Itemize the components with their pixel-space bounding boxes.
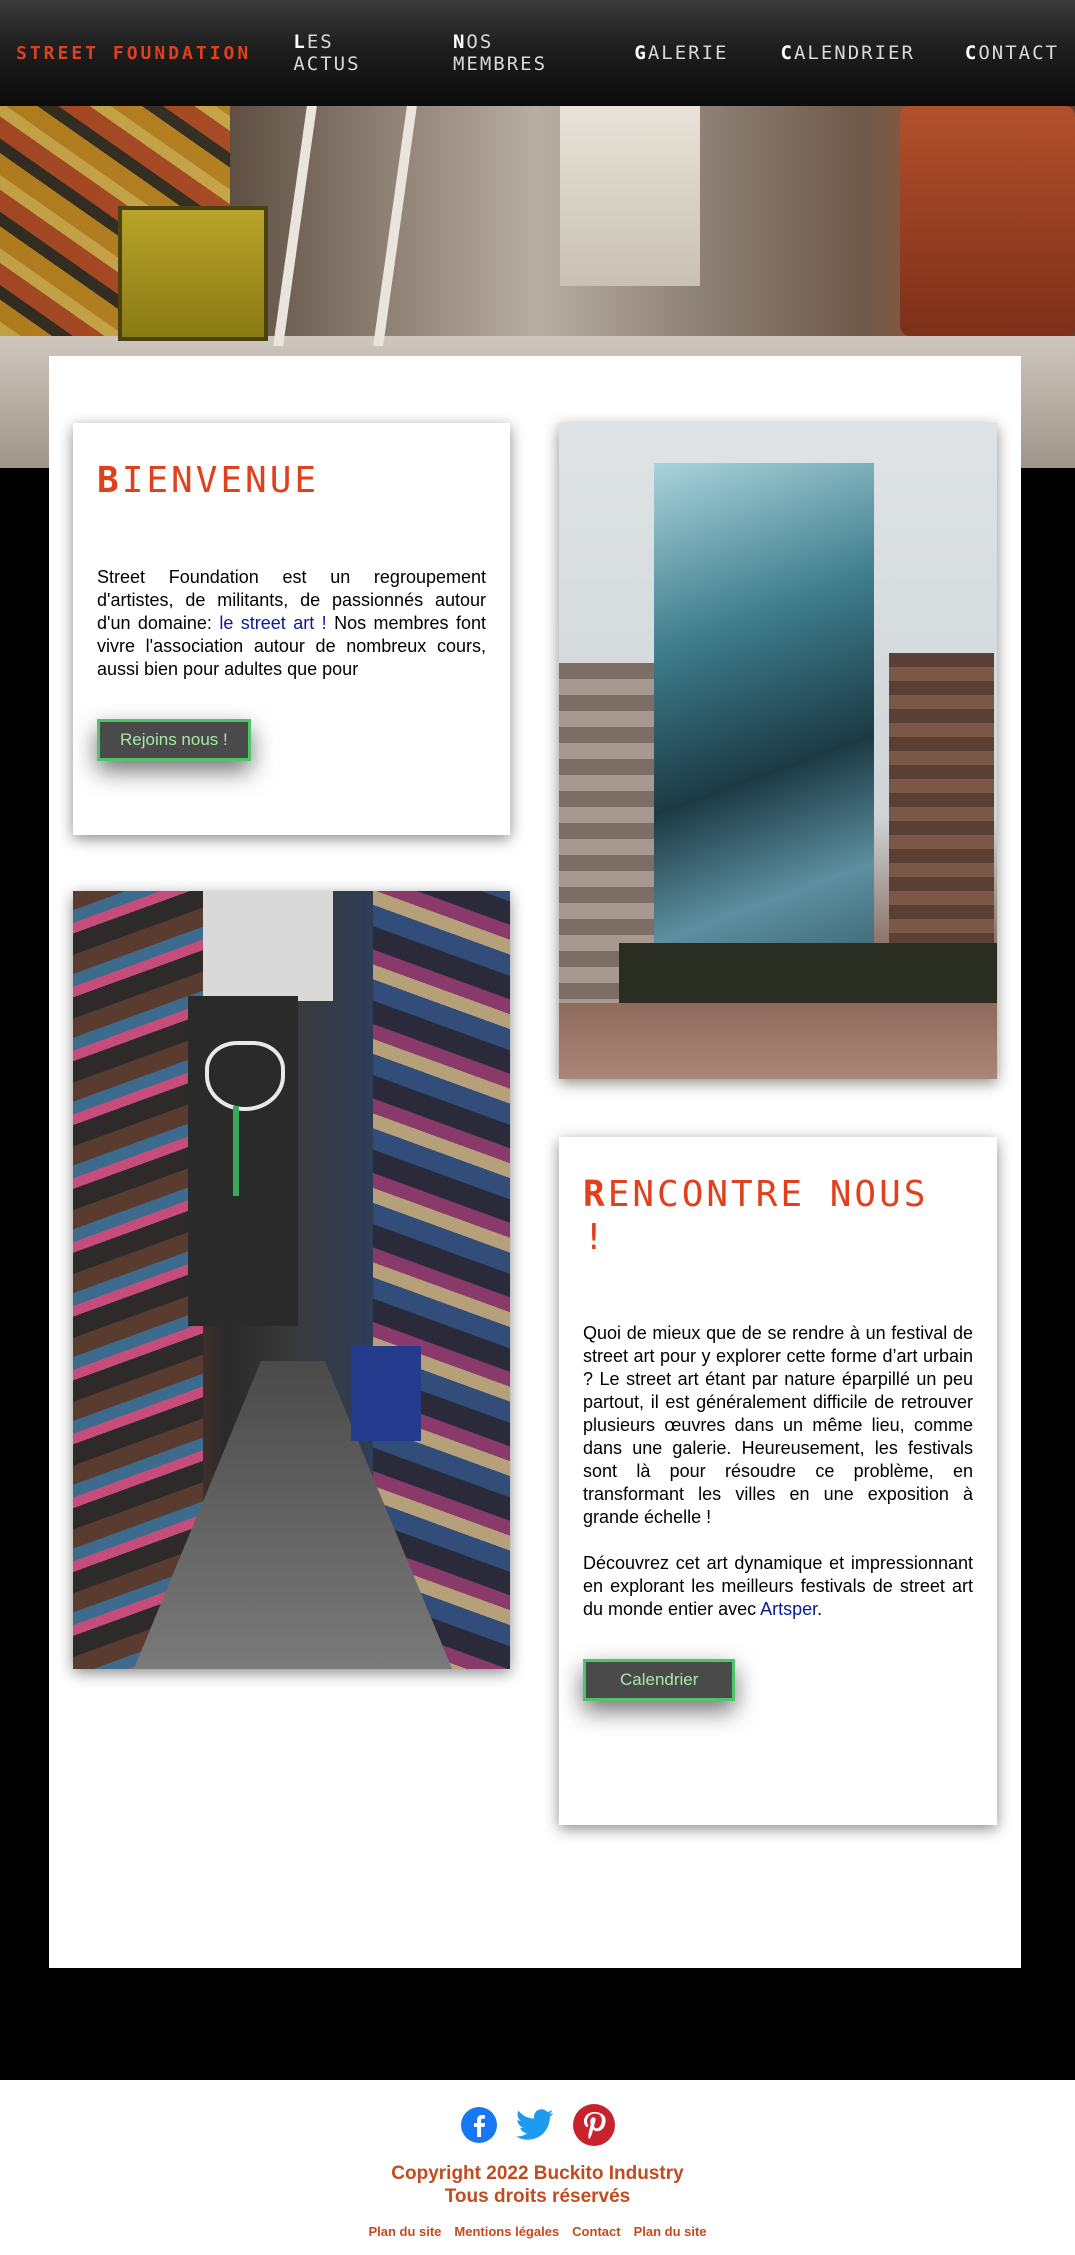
welcome-text: Street Foundation est un regroupement d'… [97,567,486,680]
heart-graffiti [205,1041,285,1111]
meet-paragraph-2: Découvrez cet art dynamique et impressio… [583,1553,973,1620]
pinterest-icon[interactable] [572,2103,616,2147]
hero-chair [900,106,1075,336]
meet-paragraph-1: Quoi de mieux que de se rendre à un fest… [583,1323,973,1528]
hero-yellow-bin [118,206,268,341]
mural-building-photo [559,423,997,1079]
hero-easel [273,106,417,346]
welcome-card: BIENVENUE Street Foundation est un regro… [73,423,510,835]
mural-wall [654,463,874,1023]
twitter-icon[interactable] [515,2108,554,2142]
calendar-button[interactable]: Calendrier [583,1659,736,1702]
footer-link-mentions-legales[interactable]: Mentions légales [454,2224,559,2239]
copyright-text: Copyright 2022 Buckito Industry Tous dro… [391,2163,684,2207]
nav-link-calendrier[interactable]: CALENDRIER [781,42,915,64]
street-art-link[interactable]: le street art ! [219,613,326,633]
footer-link-plan-du-site-2[interactable]: Plan du site [634,2224,707,2239]
social-links [0,2102,1075,2148]
meet-title: RENCONTRE NOUS ! [583,1174,929,1259]
artsper-link[interactable]: Artsper [760,1599,817,1619]
welcome-title: BIENVENUE [97,460,320,501]
nav-link-galerie[interactable]: GALERIE [634,42,728,64]
meet-card: RENCONTRE NOUS ! Quoi de mieux que de se… [559,1137,997,1825]
join-us-button[interactable]: Rejoins nous ! [97,719,251,762]
top-navbar: STREET FOUNDATION LES ACTUS NOS MEMBRES … [0,0,1075,106]
footer-link-plan-du-site[interactable]: Plan du site [368,2224,441,2239]
facebook-icon[interactable] [460,2106,498,2144]
page-footer: Copyright 2022 Buckito Industry Tous dro… [0,2080,1075,2255]
graffiti-alley-photo [73,891,510,1669]
footer-links: Plan du site Mentions légales Contact Pl… [0,2224,1075,2239]
nav-link-les-actus[interactable]: LES ACTUS [293,31,401,75]
nav-link-contact[interactable]: CONTACT [965,42,1059,64]
nav-links: LES ACTUS NOS MEMBRES GALERIE CALENDRIER… [271,31,1059,75]
hero-locker [560,106,700,286]
blue-dumpster [351,1346,421,1441]
content-panel: BIENVENUE Street Foundation est un regro… [49,356,1021,1968]
brand-logo-link[interactable]: STREET FOUNDATION [16,43,271,64]
nav-link-nos-membres[interactable]: NOS MEMBRES [453,31,584,75]
footer-link-contact[interactable]: Contact [572,2224,620,2239]
